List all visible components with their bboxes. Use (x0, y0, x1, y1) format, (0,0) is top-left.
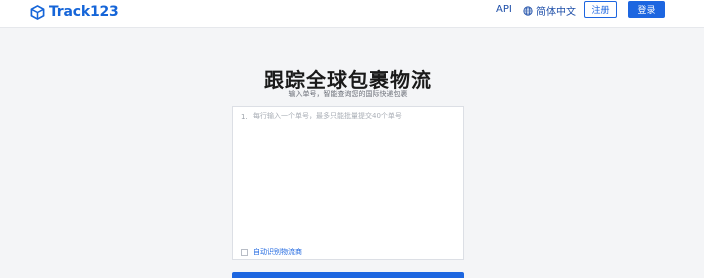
brand-logo[interactable]: Track123 (30, 3, 119, 21)
globe-icon (523, 5, 533, 16)
track-submit-button[interactable] (232, 272, 464, 278)
auto-detect-label: 自动识别物流商 (253, 248, 302, 256)
tracking-number-input[interactable] (253, 111, 458, 241)
tracking-number-panel: 1. 自动识别物流商 (232, 106, 464, 260)
line-number: 1. (241, 113, 248, 121)
register-button[interactable]: 注册 (584, 1, 617, 18)
brand-name: Track123 (49, 4, 119, 20)
auto-detect-carrier-option[interactable]: 自动识别物流商 (241, 247, 302, 257)
login-button[interactable]: 登录 (628, 1, 665, 18)
nav-link-api[interactable]: API (496, 4, 512, 15)
top-navbar: Track123 API 简体中文 注册 登录 (0, 0, 704, 28)
language-selector[interactable]: 简体中文 (523, 3, 576, 18)
language-label: 简体中文 (536, 7, 576, 18)
checkbox-icon[interactable] (241, 248, 248, 256)
page-subtitle: 输入单号，智能查询您的国际快递包裹 (288, 90, 408, 98)
box-logo-icon (30, 4, 45, 20)
